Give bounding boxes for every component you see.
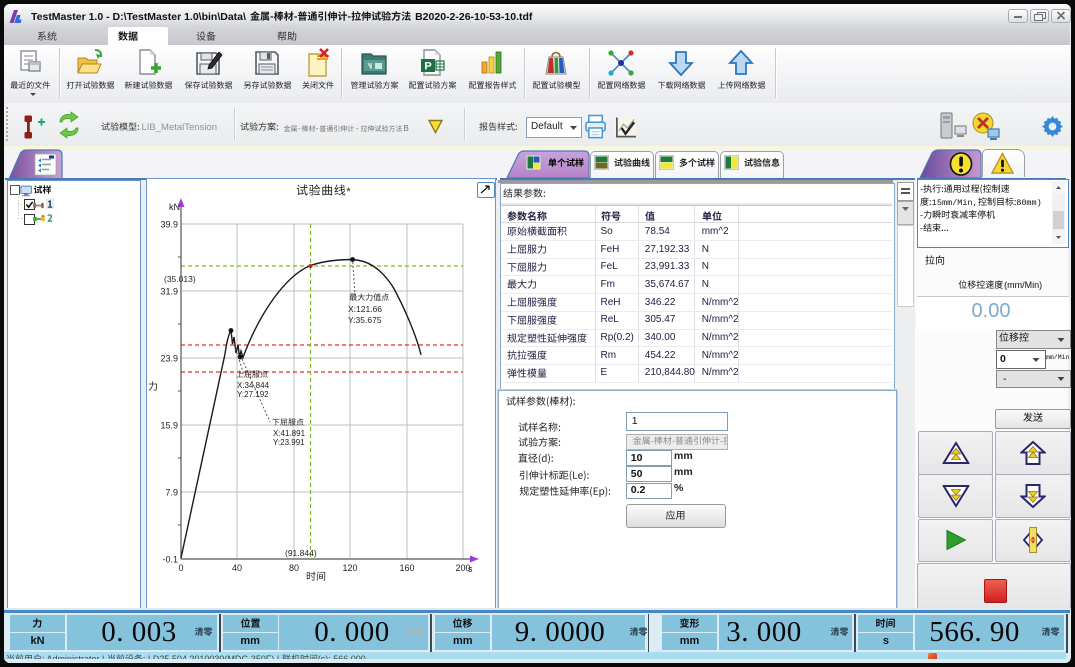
svg-text:(35.013): (35.013) — [164, 274, 196, 284]
svg-text:40: 40 — [232, 563, 242, 573]
svg-text:(91.844): (91.844) — [285, 548, 317, 558]
svg-text:7.9: 7.9 — [165, 488, 178, 498]
svg-text:160: 160 — [399, 563, 414, 573]
svg-text:Y:27.192: Y:27.192 — [237, 390, 269, 399]
svg-text:s: s — [468, 564, 473, 574]
svg-text:39.9: 39.9 — [160, 220, 178, 230]
svg-text:15.9: 15.9 — [160, 421, 178, 431]
svg-text:0: 0 — [178, 563, 183, 573]
svg-text:Y:35.675: Y:35.675 — [348, 315, 382, 325]
svg-text:23.9: 23.9 — [160, 354, 178, 364]
svg-text:X:34.844: X:34.844 — [237, 381, 270, 390]
svg-text:X:41.891: X:41.891 — [273, 429, 306, 438]
svg-text:X:121.66: X:121.66 — [348, 304, 382, 314]
svg-text:kN: kN — [169, 202, 180, 212]
svg-text:31.9: 31.9 — [160, 287, 178, 297]
svg-text:120: 120 — [342, 563, 357, 573]
svg-text:-0.1: -0.1 — [162, 555, 178, 565]
svg-text:80: 80 — [289, 563, 299, 573]
svg-text:Y:23.991: Y:23.991 — [273, 438, 305, 447]
svg-text:P: P — [424, 61, 431, 73]
